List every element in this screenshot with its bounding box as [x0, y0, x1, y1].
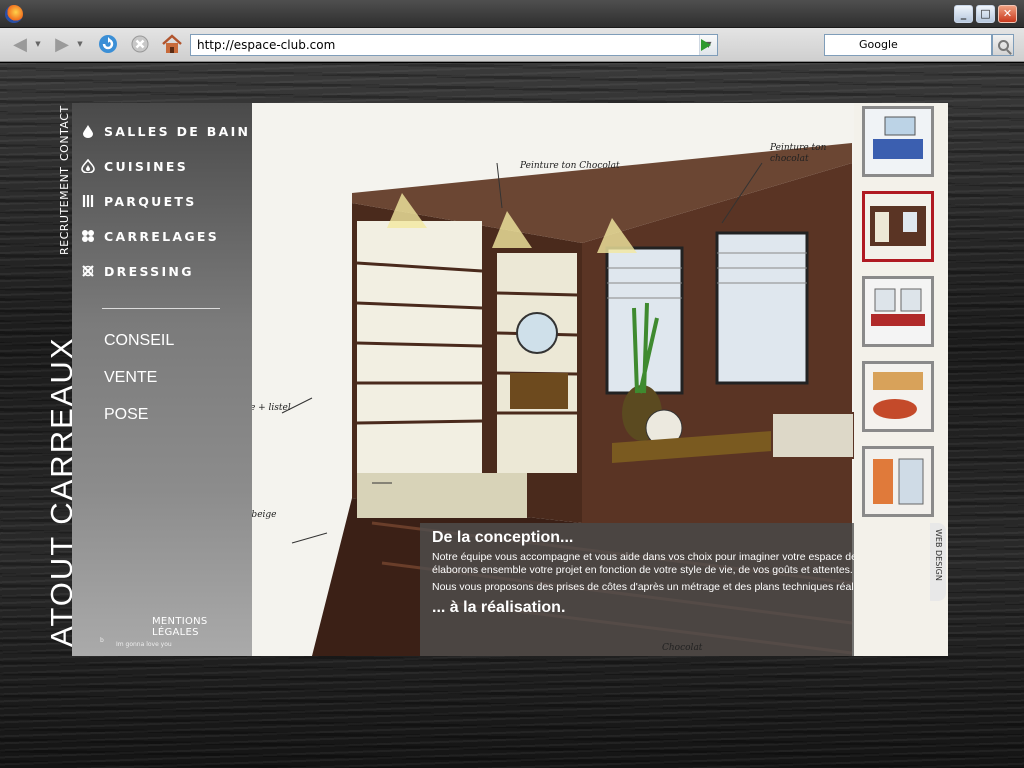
mentions-legales-link[interactable]: MENTIONS LÉGALES [152, 616, 252, 638]
maximize-button[interactable]: □ [976, 5, 995, 23]
page-viewport: CONTACT RECRUTEMENT ATOUT CARREAUX SALLE… [0, 63, 1024, 768]
go-arrow-icon [701, 39, 711, 51]
minimize-button[interactable]: _ [954, 5, 973, 23]
browser-window: _ □ ✕ ◀ ▼ ▶ ▼ http://espace-club.com ▼ G… [0, 0, 1024, 768]
thumbnail-1[interactable] [862, 106, 934, 177]
description-overlay: De la conception... Notre équipe vous ac… [420, 523, 854, 656]
thumbnail-2[interactable] [862, 191, 934, 262]
search-placeholder: Google [859, 38, 898, 51]
forward-button[interactable]: ▶ [50, 33, 74, 55]
sketch-note-3: Faïence beige + listel Marron [252, 403, 291, 413]
forward-arrow-icon: ▶ [55, 33, 69, 55]
sketch-note-5: Chocolat [662, 643, 703, 653]
close-button[interactable]: ✕ [998, 5, 1017, 23]
thumbnail-4[interactable] [862, 361, 934, 432]
title-bar: _ □ ✕ [0, 0, 1024, 28]
drop-icon [80, 123, 96, 139]
back-history-button[interactable]: ▼ [32, 33, 44, 55]
web-design-tab[interactable]: WEB DESIGN [930, 523, 946, 601]
bathroom-sketch: Peinture ton Chocolat Peinture ton choco… [252, 103, 854, 656]
menu-label: CARRELAGES [104, 228, 220, 244]
thumbnail-strip [854, 103, 948, 523]
service-conseil[interactable]: CONSEIL [104, 332, 174, 350]
parquet-icon [80, 193, 96, 209]
sketch-note-4: Bizassi Marron/beige [252, 510, 277, 520]
menu-divider [102, 308, 220, 309]
menu-label: CUISINES [104, 158, 189, 174]
knot-icon [80, 263, 96, 279]
firefox-logo-icon [5, 5, 23, 23]
menu-parquets[interactable]: PARQUETS [80, 191, 197, 211]
footer-tagline: Im gonna love you [116, 641, 172, 648]
thumbnail-5[interactable] [862, 446, 934, 517]
thumbnail-3[interactable] [862, 276, 934, 347]
sidebar: SALLES DE BAIN CUISINES PARQUETS CARRELA… [72, 103, 252, 656]
dropdown-icon: ▼ [35, 40, 41, 48]
sketch-note-1: Peinture ton Chocolat [520, 161, 620, 171]
menu-cuisines[interactable]: CUISINES [80, 156, 188, 176]
site-panel: SALLES DE BAIN CUISINES PARQUETS CARRELA… [72, 103, 948, 656]
dropdown-icon: ▼ [77, 40, 83, 48]
home-button[interactable] [160, 33, 184, 55]
menu-dressing[interactable]: DRESSING [80, 261, 194, 281]
web-design-label: WEB DESIGN [934, 529, 943, 581]
reload-button[interactable] [96, 33, 120, 55]
reload-icon [99, 35, 117, 53]
footer-b: b [100, 637, 104, 644]
home-icon [162, 34, 182, 53]
overlay-paragraph-1: Notre équipe vous accompagne et vous aid… [432, 551, 854, 576]
go-button[interactable] [696, 34, 716, 56]
menu-salles-de-bain[interactable]: SALLES DE BAIN [80, 121, 250, 141]
menu-carrelages[interactable]: CARRELAGES [80, 226, 219, 246]
stop-icon [131, 35, 149, 53]
navigation-toolbar: ◀ ▼ ▶ ▼ http://espace-club.com ▼ G ▼ Goo… [0, 28, 1024, 62]
service-vente[interactable]: VENTE [104, 369, 157, 387]
service-pose[interactable]: POSE [104, 406, 148, 424]
recruitment-link[interactable]: RECRUTEMENT [58, 166, 71, 255]
tiles-icon [80, 228, 96, 244]
flame-icon [80, 158, 96, 174]
url-text: http://espace-club.com [197, 38, 336, 52]
overlay-ending: ... à la réalisation. [432, 599, 566, 616]
search-icon [997, 39, 1009, 51]
search-button[interactable] [992, 34, 1014, 56]
menu-label: PARQUETS [104, 193, 197, 209]
back-arrow-icon: ◀ [13, 33, 27, 55]
search-input[interactable]: Google [824, 34, 992, 56]
stop-button[interactable] [128, 33, 152, 55]
menu-label: SALLES DE BAIN [104, 123, 251, 139]
menu-label: DRESSING [104, 263, 194, 279]
sketch-note-2: Peinture ton chocolat [770, 143, 827, 164]
overlay-title: De la conception... [432, 529, 574, 546]
forward-history-button[interactable]: ▼ [74, 33, 86, 55]
overlay-paragraph-2: Nous vous proposons des prises de côtes … [432, 581, 854, 593]
url-bar[interactable]: http://espace-club.com ▼ [190, 34, 718, 56]
contact-link[interactable]: CONTACT [58, 105, 71, 161]
back-button[interactable]: ◀ [8, 33, 32, 55]
